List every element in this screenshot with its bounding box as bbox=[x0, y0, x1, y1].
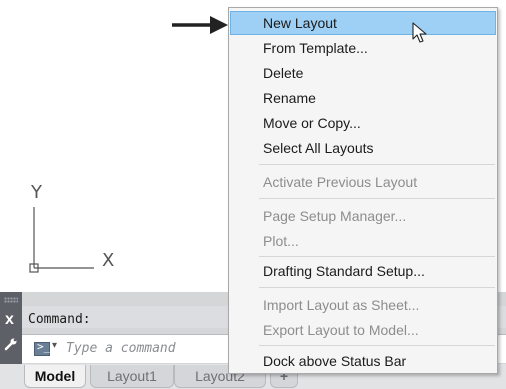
menu-separator bbox=[259, 345, 495, 346]
menu-separator bbox=[259, 198, 495, 199]
mouse-cursor-icon bbox=[412, 22, 427, 43]
command-input-placeholder: Type a command bbox=[66, 341, 176, 356]
drawing-canvas[interactable]: Y X x Command: >_ ▾ Type a command Model… bbox=[0, 0, 506, 389]
menu-item-new-layout[interactable]: New Layout bbox=[230, 11, 496, 35]
menu-item-move-or-copy[interactable]: Move or Copy... bbox=[230, 111, 496, 135]
menu-item-from-template[interactable]: From Template... bbox=[230, 36, 496, 60]
menu-separator bbox=[259, 256, 495, 257]
menu-separator bbox=[259, 164, 495, 165]
layout-context-menu: New Layout From Template... Delete Renam… bbox=[228, 7, 498, 374]
command-window-grip[interactable]: x bbox=[0, 292, 22, 364]
tab-model[interactable]: Model bbox=[24, 365, 86, 388]
menu-item-dock-above-status-bar[interactable]: Dock above Status Bar bbox=[230, 349, 496, 373]
prompt-glyph: >_ bbox=[37, 340, 51, 353]
menu-item-activate-previous-layout[interactable]: Activate Previous Layout bbox=[230, 170, 496, 194]
tab-layout1[interactable]: Layout1 bbox=[90, 365, 174, 388]
menu-item-export-layout-to-model[interactable]: Export Layout to Model... bbox=[230, 318, 496, 342]
menu-item-select-all-layouts[interactable]: Select All Layouts bbox=[230, 136, 496, 160]
close-icon[interactable]: x bbox=[5, 312, 14, 328]
menu-item-drafting-standard-setup[interactable]: Drafting Standard Setup... bbox=[230, 259, 496, 283]
command-history-text: Command: bbox=[28, 312, 91, 327]
menu-item-page-setup-manager[interactable]: Page Setup Manager... bbox=[230, 204, 496, 228]
menu-item-delete[interactable]: Delete bbox=[230, 61, 496, 85]
ucs-y-label: Y bbox=[31, 182, 42, 203]
grip-dots-icon[interactable] bbox=[4, 297, 18, 303]
menu-item-import-layout-as-sheet[interactable]: Import Layout as Sheet... bbox=[230, 293, 496, 317]
pointer-arrow-icon bbox=[172, 16, 228, 34]
menu-separator bbox=[259, 287, 495, 288]
command-prompt-icon[interactable]: >_ bbox=[34, 340, 51, 356]
wrench-icon[interactable] bbox=[4, 337, 18, 351]
chevron-down-icon[interactable]: ▾ bbox=[52, 340, 57, 351]
menu-item-plot[interactable]: Plot... bbox=[230, 229, 496, 253]
ucs-x-label: X bbox=[102, 250, 115, 271]
menu-item-rename[interactable]: Rename bbox=[230, 86, 496, 110]
